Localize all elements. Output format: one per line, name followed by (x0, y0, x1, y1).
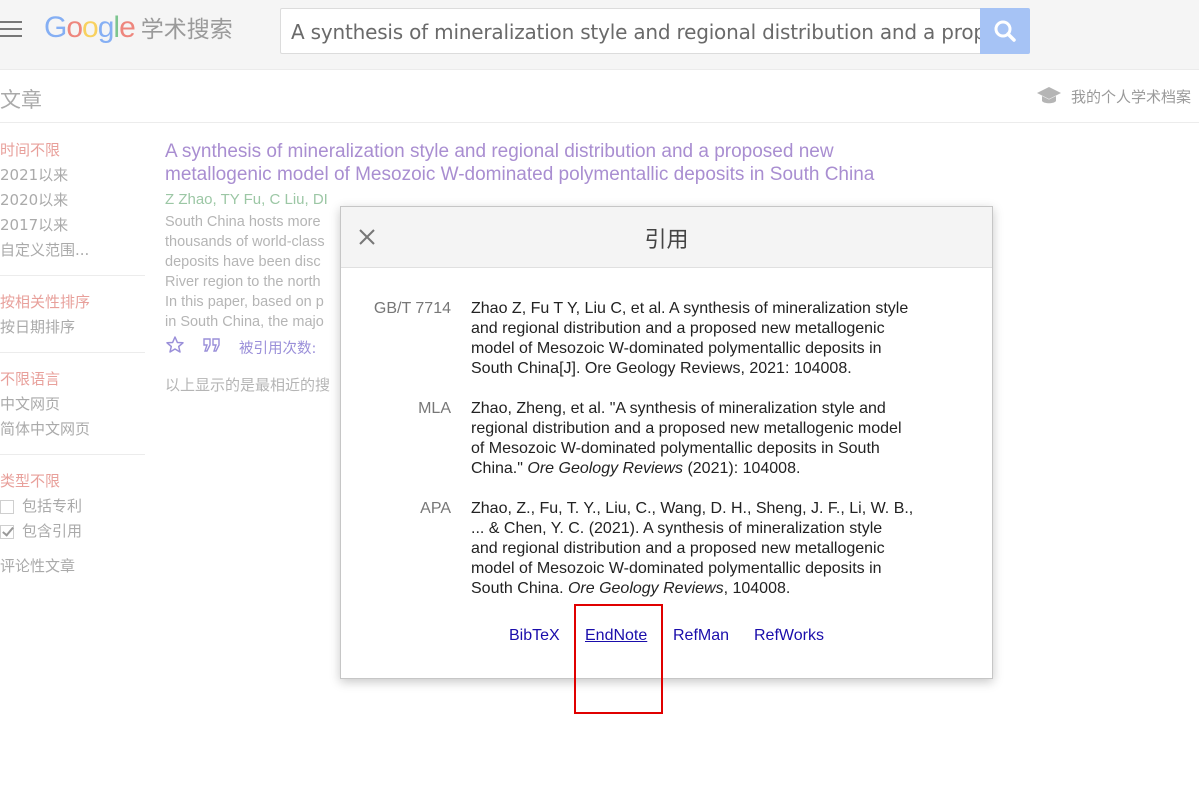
citation-line: South China[J]. Ore Geology Reviews, 202… (471, 360, 852, 377)
patents-checkbox[interactable] (0, 499, 14, 514)
filter-custom-range[interactable]: 自定义范围... (0, 238, 145, 263)
my-profile-link[interactable]: 我的个人学术档案 (1036, 84, 1191, 108)
include-citations-option[interactable]: 包含引用 (0, 519, 145, 544)
result-title-link[interactable]: A synthesis of mineralization style and … (165, 140, 925, 186)
citation-format-label: APA (420, 500, 451, 517)
citation-line: regional distribution and a proposed new… (471, 420, 902, 437)
journal-name: Ore Geology Reviews (527, 460, 683, 477)
my-profile-label: 我的个人学术档案 (1070, 87, 1191, 106)
section-title: 文章 (0, 88, 42, 112)
citation-format-label: MLA (418, 400, 451, 417)
dialog-title: 引用 (644, 228, 689, 253)
citation-line-end: , 104008. (723, 580, 791, 597)
citation-line: and regional distribution and a proposed… (471, 320, 885, 337)
star-icon[interactable] (165, 335, 185, 359)
bibtex-link[interactable]: BibTeX (509, 627, 560, 645)
time-filter-group: 时间不限 2021以来 2020以来 2017以来 自定义范围... (0, 138, 145, 276)
citation-gbt7714: GB/T 7714 Zhao Z, Fu T Y, Liu C, et al. … (341, 299, 994, 379)
type-group: 类型不限 包括专利 包含引用 评论性文章 (0, 469, 145, 579)
citation-format-label: GB/T 7714 (373, 300, 451, 317)
cite-dialog: 引用 GB/T 7714 Zhao Z, Fu T Y, Liu C, et a… (340, 206, 993, 679)
refworks-link[interactable]: RefWorks (754, 627, 824, 645)
citation-apa: APA Zhao, Z., Fu, T. Y., Liu, C., Wang, … (341, 499, 994, 599)
sort-by-relevance[interactable]: 按相关性排序 (0, 290, 145, 315)
citation-line-start: China." (471, 460, 528, 477)
filter-since-2017[interactable]: 2017以来 (0, 213, 145, 238)
citations-checkbox[interactable] (0, 524, 14, 539)
language-simplified-chinese[interactable]: 简体中文网页 (0, 417, 145, 442)
filter-since-2020[interactable]: 2020以来 (0, 188, 145, 213)
citations-label: 包含引用 (22, 522, 83, 540)
menu-icon[interactable] (0, 19, 24, 39)
google-scholar-logo[interactable]: Google 学术搜索 (44, 10, 233, 46)
search-input[interactable]: A synthesis of mineralization style and … (280, 8, 980, 54)
language-any[interactable]: 不限语言 (0, 367, 145, 392)
citation-line-start: South China. (471, 580, 568, 597)
filter-any-time[interactable]: 时间不限 (0, 138, 145, 163)
export-links: BibTeX EndNote RefMan RefWorks (341, 627, 994, 651)
citation-line: and regional distribution and a proposed… (471, 540, 885, 557)
citation-line: model of Mesozoic W-dominated polymental… (471, 340, 882, 357)
dialog-header: 引用 (341, 207, 992, 268)
citation-line-end: (2021): 104008. (683, 460, 801, 477)
search-icon (994, 20, 1016, 42)
citation-line: South China. Ore Geology Reviews, 104008… (471, 579, 923, 599)
citation-mla: MLA Zhao, Zheng, et al. "A synthesis of … (341, 399, 994, 479)
citation-line: of Mesozoic W-dominated polymentallic de… (471, 440, 880, 457)
citation-line: ... & Chen, Y. C. (2021). A synthesis of… (471, 520, 883, 537)
citation-text[interactable]: Zhao Z, Fu T Y, Liu C, et al. A synthesi… (471, 299, 923, 379)
filter-sidebar: 时间不限 2021以来 2020以来 2017以来 自定义范围... 按相关性排… (0, 138, 145, 579)
graduation-cap-icon (1036, 87, 1061, 104)
top-header: Google 学术搜索 A synthesis of mineralizatio… (0, 0, 1199, 70)
citation-line: Zhao, Zheng, et al. "A synthesis of mine… (471, 400, 886, 417)
logo-subtitle: 学术搜索 (140, 17, 233, 43)
citation-line: Zhao, Z., Fu, T. Y., Liu, C., Wang, D. H… (471, 500, 914, 517)
citation-text[interactable]: Zhao, Zheng, et al. "A synthesis of mine… (471, 399, 923, 479)
include-patents-option[interactable]: 包括专利 (0, 494, 145, 519)
sort-group: 按相关性排序 按日期排序 (0, 290, 145, 353)
filter-since-2021[interactable]: 2021以来 (0, 163, 145, 188)
sort-by-date[interactable]: 按日期排序 (0, 315, 145, 340)
endnote-link[interactable]: EndNote (585, 627, 647, 645)
citation-line: model of Mesozoic W-dominated polymental… (471, 560, 882, 577)
logo-text: Google (44, 11, 136, 44)
type-any[interactable]: 类型不限 (0, 469, 145, 494)
refman-link[interactable]: RefMan (673, 627, 729, 645)
patents-label: 包括专利 (22, 497, 83, 515)
cite-quote-icon[interactable] (201, 335, 223, 359)
citation-line: Zhao Z, Fu T Y, Liu C, et al. A synthesi… (471, 300, 909, 317)
citation-line: China." Ore Geology Reviews (2021): 1040… (471, 459, 923, 479)
citation-text[interactable]: Zhao, Z., Fu, T. Y., Liu, C., Wang, D. H… (471, 499, 923, 599)
journal-name: Ore Geology Reviews (567, 580, 724, 597)
sub-header: 文章 我的个人学术档案 (0, 70, 1199, 123)
search-button[interactable] (980, 8, 1030, 54)
language-chinese[interactable]: 中文网页 (0, 392, 145, 417)
cited-by-link[interactable]: 被引用次数: (239, 337, 316, 358)
language-group: 不限语言 中文网页 简体中文网页 (0, 367, 145, 455)
review-articles-filter[interactable]: 评论性文章 (0, 554, 145, 579)
